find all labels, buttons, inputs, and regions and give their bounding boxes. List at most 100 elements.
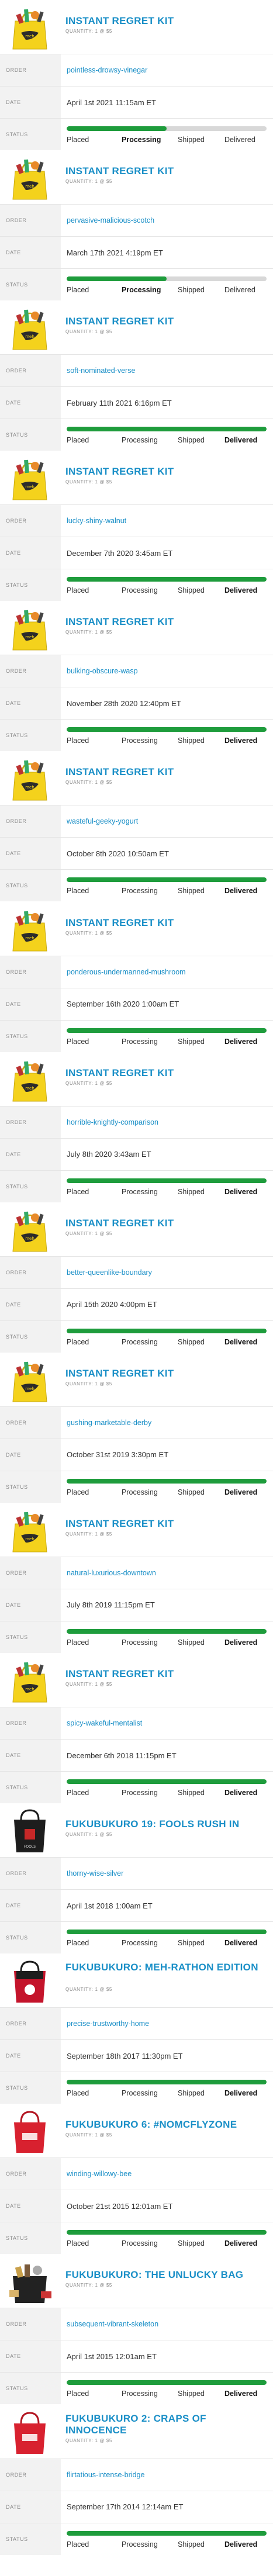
product-title-link[interactable]: INSTANT REGRET KIT: [65, 165, 264, 177]
product-title-link[interactable]: INSTANT REGRET KIT: [65, 766, 264, 778]
order-card: meh INSTANT REGRET KIT QUANTITY: 1 @ $5 …: [0, 601, 273, 752]
product-title-link[interactable]: FUKUBUKURO 19: FOOLS RUSH IN: [65, 1818, 264, 1830]
order-row: ORDER flirtatious-intense-bridge: [0, 2458, 273, 2491]
product-title-link[interactable]: INSTANT REGRET KIT: [65, 1668, 264, 1680]
order-row: ORDER horrible-knightly-comparison: [0, 1105, 273, 1138]
order-id-link[interactable]: thorny-wise-silver: [67, 1858, 123, 1889]
yellow-bag-image[interactable]: meh: [5, 1206, 55, 1253]
status-row: STATUS Placed Processing Shipped Deliver…: [0, 2222, 273, 2255]
stage-placed: Placed: [67, 1187, 89, 1196]
order-label: ORDER: [0, 1557, 61, 1589]
order-id-link[interactable]: winding-willowy-bee: [67, 2158, 132, 2190]
order-id-link[interactable]: natural-luxurious-downtown: [67, 1557, 156, 1589]
order-row: ORDER subsequent-vibrant-skeleton: [0, 2308, 273, 2340]
status-label: STATUS: [0, 720, 61, 752]
order-id-link[interactable]: pointless-drowsy-vinegar: [67, 54, 147, 86]
progress-bar: [67, 727, 267, 732]
order-id-link[interactable]: bulking-obscure-wasp: [67, 655, 138, 687]
order-row: ORDER winding-willowy-bee: [0, 2157, 273, 2190]
order-id-link[interactable]: pervasive-malicious-scotch: [67, 205, 154, 236]
order-id-link[interactable]: better-queenlike-boundary: [67, 1257, 152, 1288]
product-title-link[interactable]: FUKUBUKURO: MEH-RATHON EDITION: [65, 1962, 264, 1973]
product-title-link[interactable]: INSTANT REGRET KIT: [65, 466, 264, 478]
yellow-bag-image[interactable]: meh: [5, 304, 55, 351]
product-title-link[interactable]: FUKUBUKURO 2: CRAPS OF INNOCENCE: [65, 2413, 264, 2436]
status-label: STATUS: [0, 569, 61, 601]
order-row: ORDER bulking-obscure-wasp: [0, 655, 273, 687]
status-tracker: Placed Processing Shipped Delivered: [67, 2530, 267, 2552]
status-label: STATUS: [0, 1922, 61, 1954]
yellow-bag-image[interactable]: meh: [5, 4, 55, 50]
status-label: STATUS: [0, 2222, 61, 2255]
order-label: ORDER: [0, 2308, 61, 2340]
order-id-link[interactable]: spicy-wakeful-mentalist: [67, 1707, 142, 1739]
yellow-bag-image[interactable]: meh: [5, 1356, 55, 1403]
product-title-link[interactable]: FUKUBUKURO: THE UNLUCKY BAG: [65, 2269, 264, 2281]
order-id-link[interactable]: subsequent-vibrant-skeleton: [67, 2308, 158, 2340]
progress-bar: [67, 1628, 267, 1634]
product-title-link[interactable]: INSTANT REGRET KIT: [65, 1518, 264, 1530]
order-row: ORDER natural-luxurious-downtown: [0, 1556, 273, 1589]
order-label: ORDER: [0, 54, 61, 86]
red-tote-image[interactable]: [5, 2408, 55, 2455]
stage-processing: Processing: [122, 2089, 158, 2098]
date-row: DATE November 28th 2020 12:40pm ET: [0, 687, 273, 720]
order-label: ORDER: [0, 1406, 61, 1439]
stage-processing: Processing: [122, 2239, 158, 2248]
status-label: STATUS: [0, 2072, 61, 2104]
product-title-link[interactable]: INSTANT REGRET KIT: [65, 316, 264, 327]
order-id-link[interactable]: precise-trustworthy-home: [67, 2008, 149, 2039]
order-id-link[interactable]: soft-nominated-verse: [67, 355, 135, 386]
order-id-link[interactable]: flirtatious-intense-bridge: [67, 2459, 144, 2491]
yellow-bag-image[interactable]: meh: [5, 905, 55, 952]
progress-bar: [67, 126, 267, 131]
stage-placed: Placed: [67, 1037, 89, 1046]
order-header: meh INSTANT REGRET KIT QUANTITY: 1 @ $5: [0, 601, 273, 655]
order-card: FOOLS FUKUBUKURO 19: FOOLS RUSH IN QUANT…: [0, 1803, 273, 1954]
product-title-link[interactable]: INSTANT REGRET KIT: [65, 1218, 264, 1229]
order-card: meh INSTANT REGRET KIT QUANTITY: 1 @ $5 …: [0, 751, 273, 902]
order-id-link[interactable]: gushing-marketable-derby: [67, 1407, 151, 1439]
yellow-bag-image[interactable]: meh: [5, 1056, 55, 1102]
product-title-link[interactable]: INSTANT REGRET KIT: [65, 616, 264, 628]
order-card: meh INSTANT REGRET KIT QUANTITY: 1 @ $5 …: [0, 1353, 273, 1503]
status-stages: Placed Processing Shipped Delivered: [67, 1638, 267, 1650]
product-title-link[interactable]: INSTANT REGRET KIT: [65, 917, 264, 929]
status-row: STATUS Placed Processing Shipped Deliver…: [0, 118, 273, 150]
progress-bar-fill: [67, 1779, 267, 1785]
order-row: ORDER gushing-marketable-derby: [0, 1406, 273, 1439]
red-black-tote-image[interactable]: [5, 1957, 55, 2004]
order-label: ORDER: [0, 505, 61, 537]
yellow-bag-image[interactable]: meh: [5, 454, 55, 501]
stage-processing: Processing: [122, 1337, 158, 1346]
stage-delivered: Delivered: [224, 1638, 258, 1647]
svg-text:meh: meh: [25, 334, 34, 339]
progress-bar-fill: [67, 1930, 267, 1935]
order-date: July 8th 2020 3:43am ET: [67, 1150, 151, 1159]
stage-placed: Placed: [67, 286, 89, 295]
status-stages: Placed Processing Shipped Delivered: [67, 2089, 267, 2101]
yellow-bag-image[interactable]: meh: [5, 1657, 55, 1703]
product-title-link[interactable]: INSTANT REGRET KIT: [65, 15, 264, 27]
product-title-link[interactable]: INSTANT REGRET KIT: [65, 1368, 264, 1379]
yellow-bag-image[interactable]: meh: [5, 154, 55, 200]
date-row: DATE February 11th 2021 6:16pm ET: [0, 386, 273, 419]
status-stages: Placed Processing Shipped Delivered: [67, 1038, 267, 1049]
order-id-link[interactable]: horrible-knightly-comparison: [67, 1107, 158, 1138]
order-history-list: meh INSTANT REGRET KIT QUANTITY: 1 @ $5 …: [0, 0, 273, 2555]
order-header: meh INSTANT REGRET KIT QUANTITY: 1 @ $5: [0, 1052, 273, 1106]
date-row: DATE September 17th 2014 12:14am ET: [0, 2490, 273, 2523]
yellow-bag-image[interactable]: meh: [5, 755, 55, 801]
yellow-bag-image[interactable]: meh: [5, 1506, 55, 1553]
order-id-link[interactable]: lucky-shiny-walnut: [67, 505, 126, 537]
black-bag-with-items-image[interactable]: [5, 2257, 55, 2304]
red-tote-image[interactable]: [5, 2107, 55, 2154]
order-id-link[interactable]: wasteful-geeky-yogurt: [67, 805, 138, 837]
order-id-link[interactable]: ponderous-undermanned-mushroom: [67, 956, 186, 988]
product-title-link[interactable]: INSTANT REGRET KIT: [65, 1067, 264, 1079]
black-tote-image[interactable]: FOOLS: [5, 1807, 55, 1854]
order-row: ORDER wasteful-geeky-yogurt: [0, 805, 273, 838]
order-date: October 8th 2020 10:50am ET: [67, 849, 169, 858]
product-title-link[interactable]: FUKUBUKURO 6: #NOMCFLYZONE: [65, 2119, 264, 2131]
yellow-bag-image[interactable]: meh: [5, 604, 55, 651]
